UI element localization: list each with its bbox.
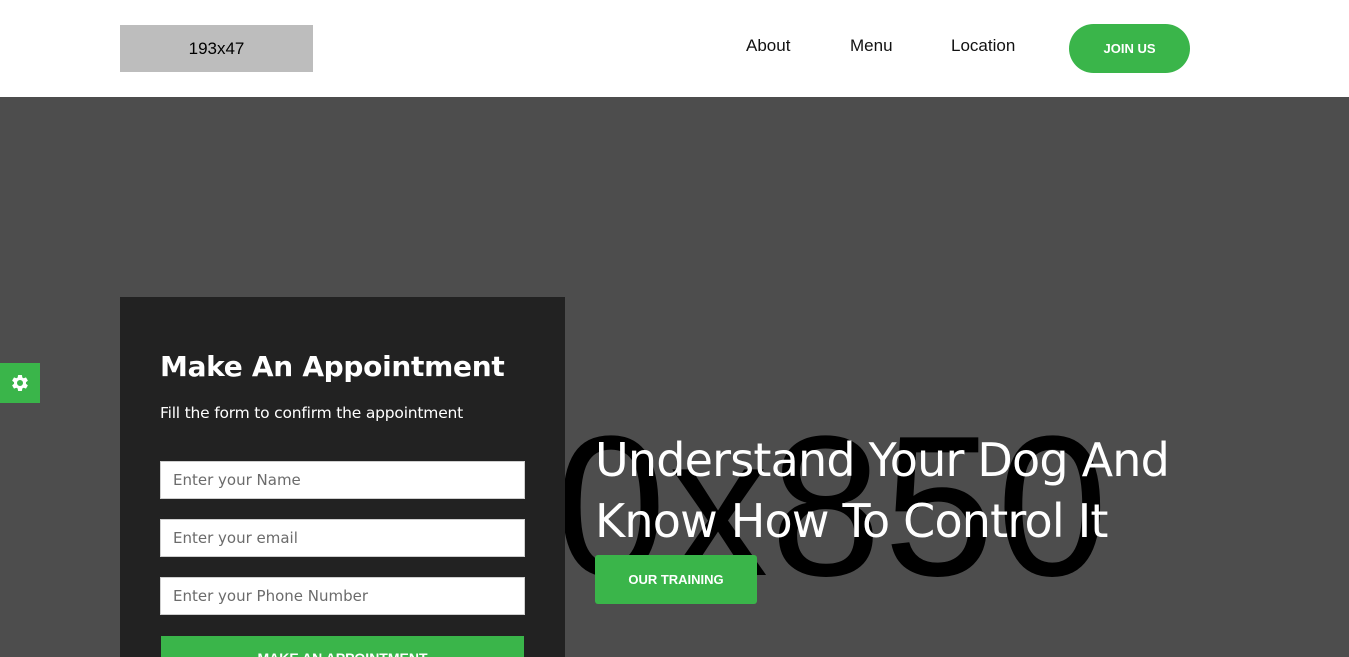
appointment-form: Make An Appointment Fill the form to con…: [120, 297, 565, 657]
site-header: 193x47 About Menu Location JOIN US: [0, 0, 1349, 97]
email-input[interactable]: [160, 519, 525, 557]
appointment-subtitle: Fill the form to confirm the appointment: [160, 404, 464, 422]
phone-input[interactable]: [160, 577, 525, 615]
name-input[interactable]: [160, 461, 525, 499]
hero-heading-line-2: Know How To Control It: [595, 494, 1108, 548]
appointment-title: Make An Appointment: [160, 350, 505, 383]
gear-icon: [12, 374, 28, 391]
join-us-button[interactable]: JOIN US: [1069, 24, 1190, 73]
make-appointment-button[interactable]: MAKE AN APPOINTMENT: [161, 636, 524, 657]
hero-heading-line-1: Understand Your Dog And: [595, 433, 1170, 487]
settings-toggle-button[interactable]: [0, 363, 40, 403]
nav-link-menu[interactable]: Menu: [850, 35, 893, 57]
nav-link-location[interactable]: Location: [951, 35, 1015, 57]
nav-link-about[interactable]: About: [746, 35, 790, 57]
hero-heading: Understand Your Dog And Know How To Cont…: [595, 430, 1170, 552]
our-training-button[interactable]: OUR TRAINING: [595, 555, 757, 604]
site-logo[interactable]: 193x47: [120, 25, 313, 72]
